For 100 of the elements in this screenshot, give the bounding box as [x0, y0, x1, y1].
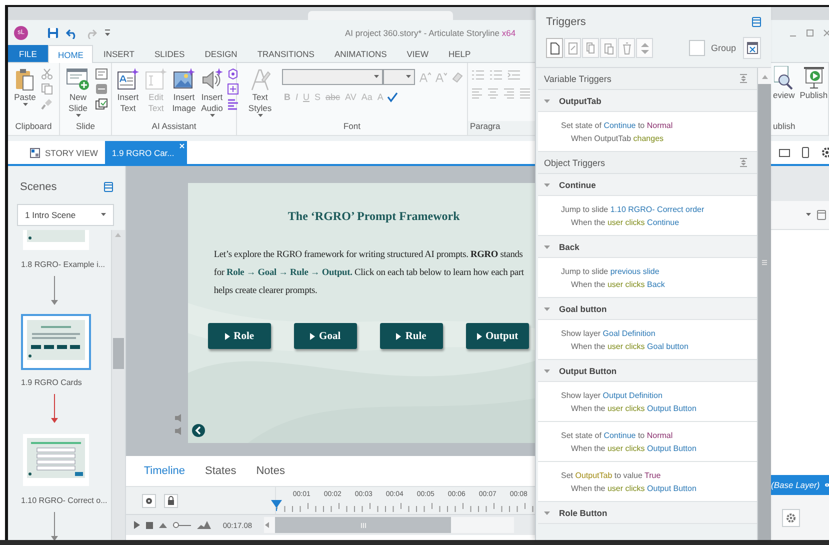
trigger-row[interactable]: Show layer Goal Definition When the user clicks Goal button — [538, 320, 757, 360]
duplicate-icon[interactable] — [95, 98, 108, 110]
font-size-field[interactable] — [383, 69, 415, 85]
ribbon-tab[interactable]: TRANSITIONS — [247, 45, 324, 62]
slide-button[interactable]: Output — [466, 323, 529, 349]
trigger-row[interactable]: Jump to slide 1.10 RGRO- Correct order When the user clicks Continue — [538, 196, 757, 236]
shrink-font-icon[interactable] — [435, 71, 447, 83]
brush-icon[interactable] — [41, 98, 53, 110]
spellcheck-icon[interactable] — [386, 91, 398, 103]
copy-icon[interactable] — [41, 83, 53, 95]
dock-icon[interactable] — [752, 17, 761, 27]
timeline-tab[interactable]: Timeline — [144, 465, 186, 477]
eraser-icon[interactable] — [451, 71, 463, 83]
ribbon-tab[interactable]: VIEW — [396, 45, 438, 62]
align-center-icon[interactable] — [487, 87, 499, 99]
slide-label[interactable]: 1.9 RGRO Cards — [21, 378, 82, 387]
trigger-row[interactable]: Set OutputTab to value True When the user clicks Output Button — [538, 462, 757, 502]
eye-icon[interactable] — [824, 482, 829, 488]
save-icon[interactable] — [47, 26, 59, 38]
slide-label[interactable]: 1.8 RGRO- Example i... — [21, 260, 106, 269]
scene-dropdown[interactable]: 1 Intro Scene — [17, 204, 114, 226]
scrollbar[interactable] — [757, 68, 771, 540]
landscape-view-icon[interactable] — [779, 148, 790, 156]
collapse-icon[interactable] — [740, 74, 747, 83]
justify-icon[interactable] — [519, 87, 531, 99]
scrollbar[interactable] — [264, 517, 514, 533]
scrollbar[interactable] — [110, 230, 125, 540]
variables-button[interactable] — [743, 37, 761, 59]
align-left-icon[interactable] — [471, 87, 483, 99]
ribbon-button[interactable]: Publish — [800, 66, 828, 100]
trigger-row[interactable]: Set state of Continue to Normal When OutputTab changes — [538, 112, 757, 152]
layer-row[interactable]: (Base Layer) — [770, 475, 829, 495]
ribbon-tab[interactable]: ANIMATIONS — [324, 45, 397, 62]
bullets-icon[interactable] — [471, 69, 485, 81]
caret-icon[interactable] — [544, 244, 550, 250]
trigger-row[interactable]: Set state of Continue to Normal When the user clicks Output Button — [538, 422, 757, 462]
scroll-thumb[interactable] — [112, 338, 124, 369]
document-tab[interactable]: STORY VIEW — [23, 141, 105, 164]
layout-icon[interactable] — [95, 68, 108, 80]
group-label: ublish — [773, 121, 796, 133]
timeline-tab[interactable]: Notes — [256, 465, 285, 477]
stop-icon[interactable] — [146, 522, 153, 528]
close-icon[interactable] — [823, 28, 829, 36]
ribbon-button[interactable]: Insert Audio — [199, 67, 225, 119]
collapse-icon[interactable] — [740, 158, 747, 167]
ribbon-tab[interactable]: HOME — [48, 45, 94, 63]
play-icon[interactable] — [134, 521, 140, 529]
indent-icon[interactable] — [507, 69, 521, 81]
visibility-button[interactable] — [142, 494, 156, 508]
slider-thumb[interactable] — [173, 522, 180, 528]
scroll-up-icon[interactable] — [762, 74, 768, 78]
maximize-icon[interactable] — [806, 28, 814, 36]
ribbon-button[interactable]: Paste — [11, 67, 39, 108]
playhead-icon[interactable] — [270, 500, 282, 511]
ribbon-button[interactable]: Insert Text — [115, 67, 141, 114]
slide-label[interactable]: 1.10 RGRO- Correct o... — [21, 496, 108, 505]
trigger-row[interactable]: Jump to slide previous slide When the user clicks Back — [538, 258, 757, 298]
ribbon-tab[interactable]: DESIGN — [194, 45, 248, 62]
ribbon-tab[interactable]: SLIDES — [144, 45, 195, 62]
zoom-in-icon[interactable] — [196, 521, 211, 529]
caret-icon[interactable] — [544, 306, 550, 312]
slide-button[interactable]: Rule — [380, 323, 443, 349]
zoom-out-icon[interactable] — [158, 522, 167, 528]
slide-thumbnail[interactable] — [21, 314, 91, 370]
customize-icon[interactable] — [104, 28, 111, 36]
ribbon-tab[interactable]: INSERT — [93, 45, 144, 62]
redo-icon[interactable] — [85, 26, 97, 38]
align-icon[interactable] — [227, 98, 239, 110]
caret-icon[interactable] — [544, 368, 550, 374]
slide-button[interactable]: Goal — [294, 323, 357, 349]
slide-thumbnail[interactable] — [21, 432, 91, 488]
ribbon-tab[interactable]: FILE — [8, 45, 48, 62]
ribbon-button[interactable]: Insert Image — [171, 67, 197, 114]
lock-button[interactable] — [164, 494, 178, 508]
ribbon-button[interactable]: eview — [773, 66, 795, 100]
align-right-icon[interactable] — [503, 87, 515, 99]
new-trigger-icon — [550, 42, 560, 54]
settings-icon[interactable] — [821, 147, 829, 158]
dock-icon[interactable] — [104, 182, 113, 192]
add-icon[interactable] — [227, 83, 239, 95]
caret-icon[interactable] — [544, 182, 550, 188]
undo-icon[interactable] — [66, 26, 78, 38]
scroll-left-icon[interactable] — [264, 522, 270, 528]
cut-icon[interactable] — [41, 68, 53, 80]
font-name-field[interactable] — [282, 69, 383, 85]
dock-icon[interactable] — [817, 210, 826, 220]
group-checkbox[interactable] — [688, 40, 705, 56]
toolbar-button[interactable] — [546, 38, 563, 58]
slide-button[interactable]: Role — [208, 323, 271, 349]
numbering-icon[interactable] — [489, 69, 503, 81]
document-tab[interactable]: 1.9 RGRO Car... — [104, 141, 188, 164]
trigger-row[interactable]: Show layer Output Definition When the user clicks Output Button — [538, 382, 757, 422]
phone-view-icon[interactable] — [802, 147, 809, 158]
grow-font-icon[interactable] — [419, 71, 431, 83]
caret-icon[interactable] — [544, 98, 550, 104]
settings-button[interactable] — [782, 508, 800, 526]
ribbon-tab[interactable]: HELP — [438, 45, 481, 62]
back-icon[interactable] — [192, 424, 205, 437]
ribbon-button[interactable]: New Slide — [63, 67, 93, 119]
timeline-tab[interactable]: States — [205, 465, 236, 477]
